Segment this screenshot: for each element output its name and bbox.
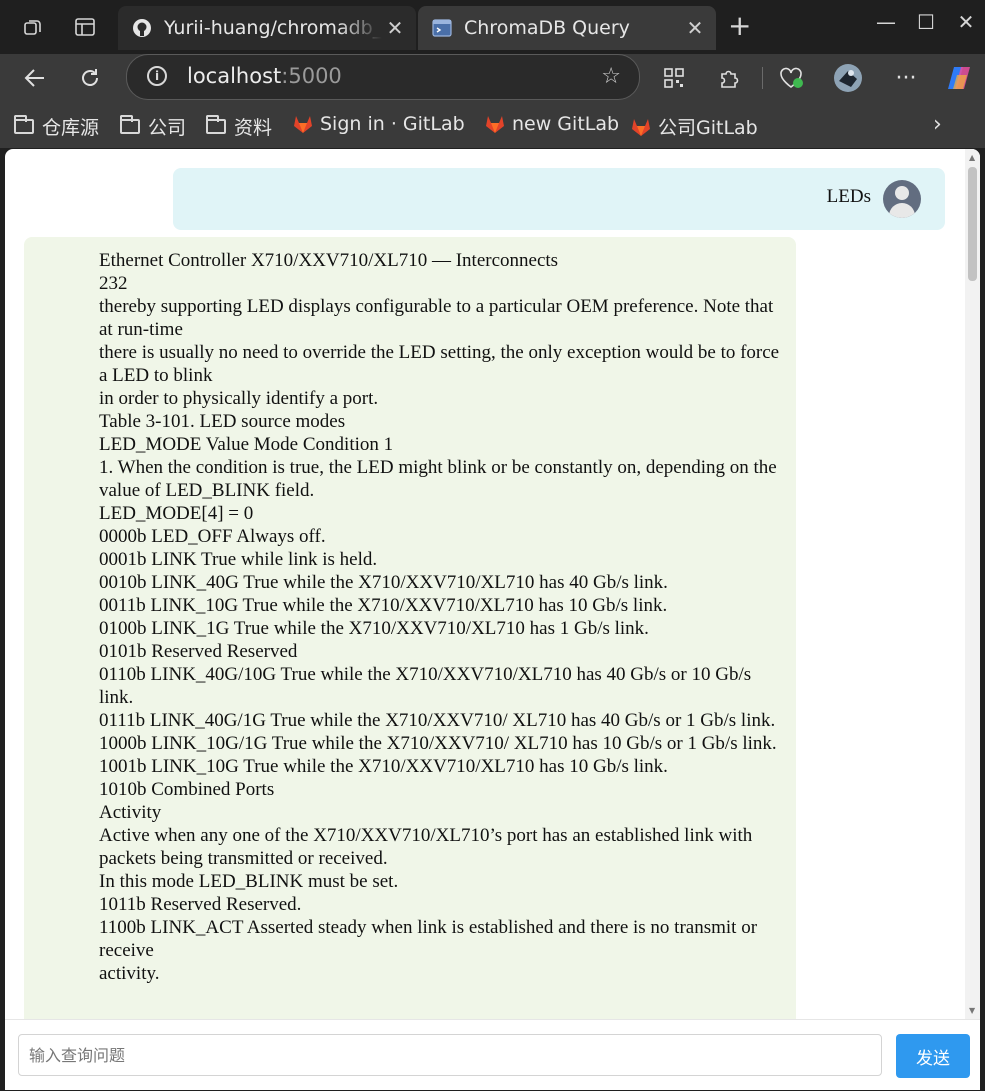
browser-tab-bar: Yurii-huang/chromadb_rag ✕ ChromaDB Quer…	[0, 0, 985, 54]
folder-icon	[120, 115, 140, 134]
bookmark-label: 仓库源	[42, 117, 100, 139]
new-tab-icon[interactable]: +	[728, 12, 751, 40]
chevron-right-icon[interactable]: ›	[933, 112, 942, 137]
bookmark-label: 公司GitLab	[658, 117, 758, 139]
bot-message-line: LED_MODE Value Mode Condition 1	[99, 434, 394, 455]
bot-message-line: 0011b LINK_10G True while the X710/XXV71…	[99, 595, 668, 616]
profile-avatar-icon[interactable]	[832, 62, 864, 94]
bot-message-line: 1100b LINK_ACT Asserted steady when link…	[99, 917, 758, 961]
bot-message-line: 1. When the condition is true, the LED m…	[99, 457, 777, 501]
bookmark-folder-repos[interactable]: 仓库源	[14, 113, 99, 140]
bot-message-line: 1010b Combined Ports	[99, 779, 275, 800]
bot-message-line: Ethernet Controller X710/XXV710/XL710 — …	[99, 250, 559, 271]
github-icon	[132, 18, 152, 38]
browser-essentials-icon[interactable]	[775, 62, 807, 94]
bookmark-folder-company[interactable]: 公司	[120, 113, 186, 140]
bot-message-line: activity.	[99, 963, 160, 984]
site-info-icon[interactable]: i	[147, 66, 167, 86]
bookmark-label: 公司	[148, 117, 187, 139]
gitlab-icon	[294, 116, 312, 133]
close-tab-icon[interactable]: ✕	[682, 16, 708, 40]
refresh-icon[interactable]	[74, 62, 106, 94]
tab-github[interactable]: Yurii-huang/chromadb_rag ✕	[118, 6, 416, 50]
bookmark-label: 资料	[234, 117, 273, 139]
close-window-icon[interactable]: ✕	[946, 10, 985, 34]
bot-message-line: Table 3-101. LED source modes	[99, 411, 346, 432]
extensions-icon[interactable]	[713, 62, 745, 94]
workspaces-icon[interactable]	[20, 14, 46, 40]
bookmark-folder-docs[interactable]: 资料	[206, 113, 272, 140]
bot-message-line: Activity	[99, 802, 162, 823]
gitlab-icon	[632, 118, 650, 136]
bookmark-company-gitlab[interactable]: 公司GitLab	[630, 113, 758, 140]
user-message-bubble: LEDs	[173, 168, 945, 230]
minimize-icon[interactable]: —	[866, 10, 906, 34]
copilot-icon[interactable]	[943, 62, 975, 94]
query-composer: 发送	[5, 1019, 980, 1090]
bot-message-line: 232	[99, 273, 128, 294]
chat-scrollbar[interactable]: ▲ ▼	[965, 149, 980, 1019]
bot-message-line: 0111b LINK_40G/1G True while the X710/XX…	[99, 710, 776, 731]
bookmarks-bar: 仓库源 公司 资料 Sign in · GitLab new GitLab 公司…	[0, 102, 985, 148]
chat-history: LEDs Ethernet Controller X710/XXV710/XL7…	[5, 149, 965, 1019]
bot-message-bubble: Ethernet Controller X710/XXV710/XL710 — …	[24, 237, 796, 1019]
tab-title: ChromaDB Query	[464, 17, 630, 39]
query-input[interactable]	[18, 1034, 882, 1076]
bot-message-line: LED_MODE[4] = 0	[99, 503, 254, 524]
scroll-up-icon[interactable]: ▲	[969, 153, 975, 162]
bot-message-line: 1001b LINK_10G True while the X710/XXV71…	[99, 756, 668, 777]
bot-message-text: Ethernet Controller X710/XXV710/XL710 — …	[99, 249, 787, 985]
bot-message-line: 0000b LED_OFF Always off.	[99, 526, 326, 547]
address-bar[interactable]: i localhost:5000 ☆	[126, 54, 640, 100]
web-page: LEDs Ethernet Controller X710/XXV710/XL7…	[5, 149, 980, 1090]
bot-message-line: 1000b LINK_10G/1G True while the X710/XX…	[99, 733, 777, 754]
toolbar-separator	[762, 67, 763, 89]
bot-message-line: Active when any one of the X710/XXV710/X…	[99, 825, 753, 869]
bookmark-label: new GitLab	[512, 113, 620, 135]
folder-icon	[206, 115, 226, 134]
scrollbar-thumb[interactable]	[968, 167, 977, 281]
send-button[interactable]: 发送	[896, 1034, 970, 1078]
navigation-bar: i localhost:5000 ☆ ···	[0, 54, 985, 102]
tab-title: Yurii-huang/chromadb_rag	[164, 17, 382, 39]
bot-message-line: 0110b LINK_40G/10G True while the X710/X…	[99, 664, 752, 708]
folder-icon	[14, 115, 34, 134]
terminal-icon	[432, 18, 452, 38]
bot-message-line: 1011b Reserved Reserved.	[99, 894, 302, 915]
bot-message-line: In this mode LED_BLINK must be set.	[99, 871, 399, 892]
maximize-icon[interactable]: ☐	[906, 10, 946, 34]
user-message-text: LEDs	[826, 186, 871, 207]
back-icon[interactable]	[19, 62, 51, 94]
favorite-star-icon[interactable]: ☆	[601, 64, 621, 89]
bot-message-line: 0100b LINK_1G True while the X710/XXV710…	[99, 618, 649, 639]
user-avatar-icon	[883, 180, 921, 218]
bot-message-line: in order to physically identify a port.	[99, 388, 379, 409]
url-text: localhost:5000	[187, 64, 342, 88]
bot-message-line: there is usually no need to override the…	[99, 342, 780, 386]
bot-message-line: 0010b LINK_40G True while the X710/XXV71…	[99, 572, 668, 593]
qr-code-icon[interactable]	[658, 62, 690, 94]
bookmark-gitlab-signin[interactable]: Sign in · GitLab	[292, 113, 465, 135]
bookmark-new-gitlab[interactable]: new GitLab	[484, 113, 619, 135]
bot-message-line: 0001b LINK True while link is held.	[99, 549, 378, 570]
bookmark-label: Sign in · GitLab	[320, 113, 465, 135]
scroll-down-icon[interactable]: ▼	[969, 1006, 975, 1015]
tab-actions-icon[interactable]	[72, 14, 98, 40]
bot-message-line: 0101b Reserved Reserved	[99, 641, 298, 662]
more-menu-icon[interactable]: ···	[890, 62, 922, 94]
url-host: localhost	[187, 64, 282, 88]
close-tab-icon[interactable]: ✕	[382, 16, 408, 40]
tab-chromadb-query[interactable]: ChromaDB Query ✕	[418, 6, 716, 50]
bot-message-line: thereby supporting LED displays configur…	[99, 296, 774, 340]
url-port: :5000	[281, 64, 342, 88]
gitlab-icon	[486, 116, 504, 133]
